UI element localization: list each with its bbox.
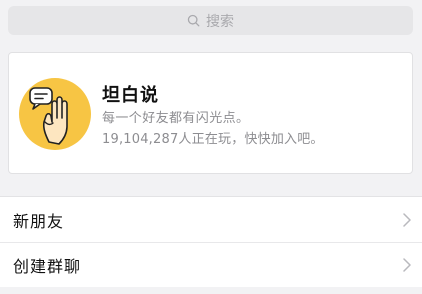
search-placeholder: 搜索 — [206, 13, 234, 30]
list-item-new-friends[interactable]: 新朋友 — [0, 197, 422, 242]
card-description: 每一个好友都有闪光点。 — [102, 111, 250, 126]
hand-speech-bubble-icon — [19, 78, 91, 150]
list-item-create-group-chat[interactable]: 创建群聊 — [0, 242, 422, 287]
card-title: 坦白说 — [102, 85, 159, 106]
search-inner: 搜索 — [187, 11, 234, 31]
chevron-right-icon — [403, 258, 411, 272]
card-stats: 19,104,287人正在玩，快快加入吧。 — [102, 132, 324, 147]
menu-list: 新朋友 创建群聊 — [0, 196, 422, 287]
chevron-right-icon — [403, 212, 411, 227]
tanbai-card[interactable]: 坦白说 每一个好友都有闪光点。 19,104,287人正在玩，快快加入吧。 — [8, 52, 413, 174]
list-item-label: 新朋友 — [13, 211, 65, 231]
search-bar[interactable]: 搜索 — [8, 6, 413, 35]
list-item-label: 创建群聊 — [13, 257, 82, 276]
search-icon — [187, 14, 200, 27]
